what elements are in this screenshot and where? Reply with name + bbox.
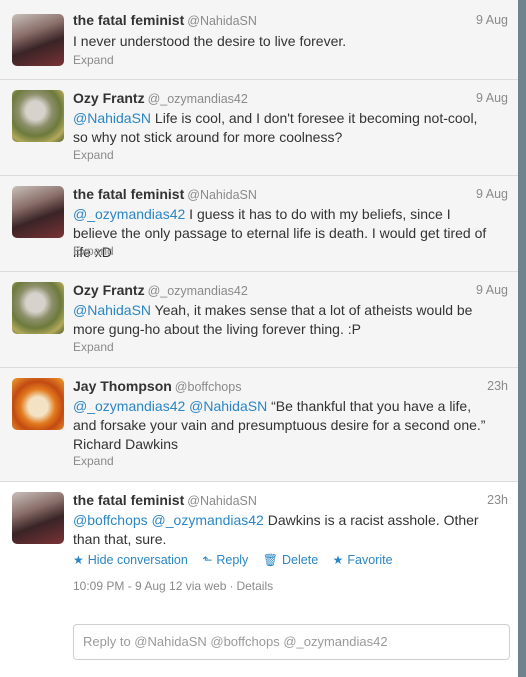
mention-link[interactable]: @NahidaSN	[73, 302, 151, 318]
user-handle[interactable]: @NahidaSN	[187, 14, 257, 28]
mention-link[interactable]: @_ozymandias42 @NahidaSN	[73, 398, 267, 414]
user-name[interactable]: Ozy Frantz	[73, 282, 145, 298]
tweet-time[interactable]: 9 Aug	[476, 91, 508, 105]
user-avatar[interactable]	[12, 282, 64, 334]
user-name[interactable]: Ozy Frantz	[73, 90, 145, 106]
user-name[interactable]: the fatal feminist	[73, 492, 184, 508]
mention-link[interactable]: @boffchops @_ozymandias42	[73, 512, 264, 528]
expand-link[interactable]: Expand	[73, 53, 114, 67]
tweet-time[interactable]: 23h	[487, 379, 508, 393]
delete-label: Delete	[282, 553, 319, 567]
user-name[interactable]: the fatal feminist	[73, 186, 184, 202]
expand-link[interactable]: Expand	[73, 148, 114, 162]
tweet-text: @NahidaSN Yeah, it makes sense that a lo…	[73, 301, 493, 339]
tweet-meta: 10:09 PM - 9 Aug 12 via web · Details	[73, 579, 273, 593]
tweet-header: the fatal feminist @NahidaSN 23h	[73, 492, 508, 510]
star-icon: ★	[73, 553, 84, 567]
delete-button[interactable]: 🗑 Delete	[263, 553, 318, 567]
expand-link[interactable]: Expand	[73, 454, 114, 468]
user-handle[interactable]: @_ozymandias42	[148, 92, 248, 106]
tweet-body: I never understood the desire to live fo…	[73, 33, 347, 49]
tweet-time[interactable]: 9 Aug	[476, 187, 508, 201]
tweet-text: @NahidaSN Life is cool, and I don't fore…	[73, 109, 493, 147]
reply-box[interactable]	[73, 624, 510, 660]
tweet-header: Jay Thompson @boffchops 23h	[73, 378, 508, 396]
user-handle[interactable]: @NahidaSN	[187, 494, 257, 508]
tweet-text: @_ozymandias42 I guess it has to do with…	[73, 205, 493, 262]
tweet-item[interactable]: Ozy Frantz @_ozymandias42 9 Aug @NahidaSN…	[0, 272, 518, 368]
scrollbar[interactable]	[518, 0, 526, 677]
hide-conversation-button[interactable]: ★ Hide conversation	[73, 553, 188, 567]
user-avatar[interactable]	[12, 14, 64, 66]
tweet-item[interactable]: the fatal feminist @NahidaSN 9 Aug @_ozym…	[0, 176, 518, 272]
tweet-text: I never understood the desire to live fo…	[73, 32, 493, 51]
user-avatar[interactable]	[12, 186, 64, 238]
mention-link[interactable]: @_ozymandias42	[73, 206, 185, 222]
hide-conversation-label: Hide conversation	[87, 553, 188, 567]
favorite-button[interactable]: ★ Favorite	[333, 553, 393, 567]
favorite-label: Favorite	[347, 553, 393, 567]
tweet-header: the fatal feminist @NahidaSN 9 Aug	[73, 186, 508, 204]
mention-link[interactable]: @NahidaSN	[73, 110, 151, 126]
tweet-header: Ozy Frantz @_ozymandias42 9 Aug	[73, 90, 508, 108]
user-handle[interactable]: @boffchops	[175, 380, 242, 394]
expand-link[interactable]: Expand	[73, 244, 114, 258]
tweet-text: @boffchops @_ozymandias42 Dawkins is a r…	[73, 511, 493, 549]
trash-icon: 🗑	[262, 553, 279, 567]
user-handle[interactable]: @_ozymandias42	[148, 284, 248, 298]
tweet-text: @_ozymandias42 @NahidaSN “Be thankful th…	[73, 397, 493, 454]
tweet-item[interactable]: Jay Thompson @boffchops 23h @_ozymandias4…	[0, 368, 518, 482]
tweet-actions: ★ Hide conversation ⬑ Reply 🗑 Delete ★ Favor…	[73, 553, 404, 567]
tweet-source[interactable]: via web	[186, 579, 227, 593]
reply-button[interactable]: ⬑ Reply	[202, 553, 248, 567]
star-icon: ★	[332, 553, 344, 567]
tweet-time[interactable]: 23h	[487, 493, 508, 507]
tweet-timestamp[interactable]: 10:09 PM - 9 Aug 12	[73, 579, 182, 593]
details-link[interactable]: Details	[236, 579, 273, 593]
separator: ·	[229, 579, 234, 593]
timeline-panel: the fatal feminist @NahidaSN 9 Aug I neve…	[0, 0, 519, 677]
reply-label: Reply	[216, 553, 249, 567]
tweet-item[interactable]: Ozy Frantz @_ozymandias42 9 Aug @NahidaSN…	[0, 80, 518, 176]
user-name[interactable]: the fatal feminist	[73, 12, 184, 28]
user-handle[interactable]: @NahidaSN	[187, 188, 257, 202]
tweet-time[interactable]: 9 Aug	[476, 13, 508, 27]
reply-arrow-icon: ⬑	[202, 553, 213, 567]
tweet-time[interactable]: 9 Aug	[476, 283, 508, 297]
tweet-header: Ozy Frantz @_ozymandias42 9 Aug	[73, 282, 508, 300]
user-avatar[interactable]	[12, 378, 64, 430]
user-name[interactable]: Jay Thompson	[73, 378, 172, 394]
expand-link[interactable]: Expand	[73, 340, 114, 354]
reply-input[interactable]	[83, 634, 500, 649]
tweet-header: the fatal feminist @NahidaSN 9 Aug	[73, 12, 508, 30]
user-avatar[interactable]	[12, 492, 64, 544]
tweet-item[interactable]: the fatal feminist @NahidaSN 9 Aug I neve…	[0, 0, 518, 80]
user-avatar[interactable]	[12, 90, 64, 142]
